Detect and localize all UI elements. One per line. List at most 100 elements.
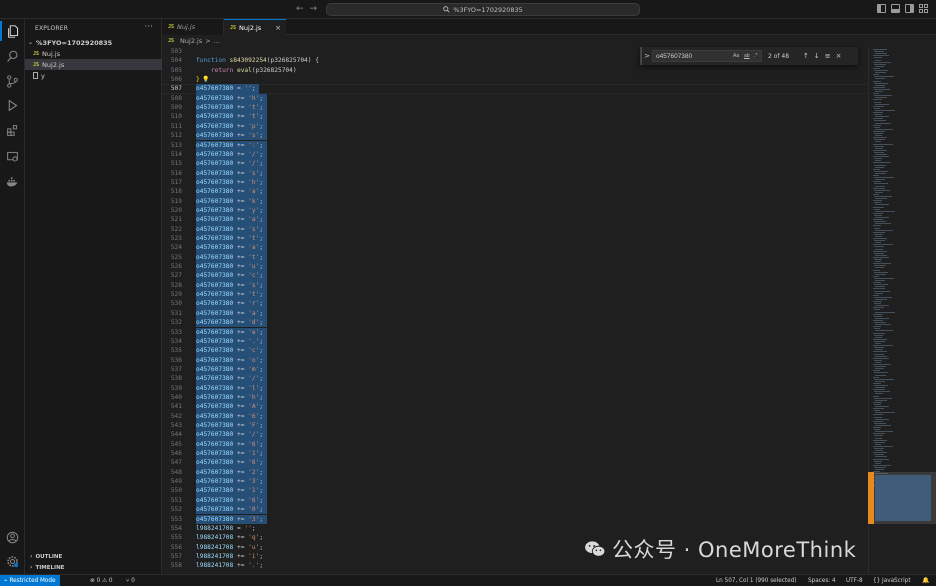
code-line[interactable]: 541 o457607380 += 'A'; (162, 402, 868, 412)
source-control-icon[interactable] (0, 71, 25, 91)
file-item-y[interactable]: y (25, 70, 162, 81)
account-icon[interactable] (0, 527, 25, 547)
toggle-panel-icon[interactable] (891, 4, 900, 13)
code-line[interactable]: 550 o457607380 += '1'; (162, 486, 868, 496)
tab-nuj[interactable]: JS Nuj.js (162, 19, 224, 35)
cursor-position[interactable]: Ln 507, Col 1 (990 selected) (716, 575, 796, 586)
code-line[interactable]: 505 return eval(p326825704) (162, 66, 868, 75)
code-line[interactable]: 536 o457607380 += 'o'; (162, 355, 868, 365)
encoding-setting[interactable]: UTF-8 (846, 575, 863, 586)
search-icon[interactable] (0, 46, 25, 66)
ports-indicator[interactable]: ⑂ 0 (126, 575, 135, 586)
code-line[interactable]: 511 o457607380 += 'p'; (162, 121, 868, 132)
toggle-replace-icon[interactable]: > (642, 52, 652, 60)
code-line[interactable]: 528 o457607380 += 's'; (162, 280, 868, 291)
code-line[interactable]: 545 o457607380 += '6'; (162, 439, 868, 450)
outline-section[interactable]: › OUTLINE (25, 551, 162, 562)
regex-icon[interactable]: .* (754, 53, 757, 59)
close-icon[interactable]: × (836, 52, 842, 60)
code-line[interactable]: 535 o457607380 += 'c'; (162, 346, 868, 356)
line-code: o457607380 += '/'; (196, 375, 264, 383)
customize-layout-icon[interactable] (919, 4, 928, 13)
explorer-icon[interactable] (0, 21, 25, 41)
code-line[interactable]: 546 o457607380 += '1'; (162, 449, 868, 459)
code-line[interactable]: 540 o457607380 += 'h'; (162, 392, 868, 403)
previous-match-icon[interactable]: ↑ (803, 52, 809, 60)
code-line[interactable]: 543 o457607380 += 'F'; (162, 421, 868, 431)
code-line[interactable]: 512 o457607380 += 's'; (162, 131, 868, 141)
minimap-slider[interactable] (868, 472, 936, 524)
breadcrumb-symbol[interactable]: ... (214, 37, 220, 45)
code-line[interactable]: 508 o457607380 += 'h'; (162, 93, 868, 104)
code-line[interactable]: 533 o457607380 += 'e'; (162, 327, 868, 337)
code-line[interactable]: 532 o457607380 += 'd'; (162, 318, 868, 328)
indentation-setting[interactable]: Spaces: 4 (808, 575, 836, 586)
code-line[interactable]: 523 o457607380 += 't'; (162, 234, 868, 244)
code-line[interactable]: 537 o457607380 += 'm'; (162, 364, 868, 375)
code-line[interactable]: 519 o457607380 += 'k'; (162, 196, 868, 206)
code-line[interactable]: 552 o457607380 += '0'; (162, 505, 868, 515)
code-line[interactable]: 530 o457607380 += 'r'; (162, 299, 868, 309)
code-line[interactable]: 547 o457607380 += '6'; (162, 458, 868, 468)
tab-nuj2[interactable]: JS Nuj2.js × (224, 19, 286, 35)
code-line[interactable]: 517 o457607380 += 'h'; (162, 177, 868, 188)
code-line[interactable]: 510 o457607380 += 't'; (162, 112, 868, 122)
folder-root[interactable]: ⌄ %3FYO=1702920835 (25, 37, 162, 48)
code-line[interactable]: 538 o457607380 += '/'; (162, 374, 868, 384)
file-item-nuj[interactable]: JS Nuj.js (25, 48, 162, 59)
code-line[interactable]: 506} 💡 (162, 75, 868, 84)
code-line[interactable]: 527 o457607380 += 'c'; (162, 271, 868, 281)
find-in-selection-icon[interactable]: ≡ (825, 52, 831, 60)
notifications-bell-icon[interactable]: 🔔 (922, 575, 929, 586)
code-line[interactable]: 513 o457607380 += ':'; (162, 140, 868, 150)
code-line[interactable]: 542 o457607380 += '6'; (162, 411, 868, 421)
lightbulb-icon[interactable]: 💡 (202, 75, 209, 84)
code-line[interactable]: 520 o457607380 += 'y'; (162, 205, 868, 216)
code-line[interactable]: 534 o457607380 += '.'; (162, 336, 868, 347)
scrollbar-thumb[interactable] (868, 472, 874, 524)
code-line[interactable]: 521 o457607380 += 'a'; (162, 215, 868, 225)
code-line[interactable]: 539 o457607380 += 'l'; (162, 383, 868, 393)
toggle-secondary-sidebar-icon[interactable] (905, 4, 914, 13)
code-line[interactable]: 554 l988241708 = ''; (162, 524, 868, 533)
code-line[interactable]: 515 o457607380 += '/'; (162, 159, 868, 169)
manage-gear-icon[interactable] (0, 551, 25, 571)
run-debug-icon[interactable] (0, 95, 25, 115)
code-line[interactable]: 522 o457607380 += 's'; (162, 224, 868, 234)
code-line[interactable]: 524 o457607380 += 'a'; (162, 243, 868, 253)
problems-indicator[interactable]: ⊗ 0 ⚠ 0 (90, 575, 113, 586)
code-editor[interactable]: 503 504 function s843092254(p326825704) {5… (162, 47, 868, 574)
docker-icon[interactable] (0, 171, 25, 191)
code-line[interactable]: 531 o457607380 += 'a'; (162, 308, 868, 319)
code-line[interactable]: 518 o457607380 += 'a'; (162, 187, 868, 197)
forward-icon[interactable]: → (310, 4, 318, 14)
remote-explorer-icon[interactable] (0, 146, 25, 166)
code-line[interactable]: 544 o457607380 += '/'; (162, 430, 868, 440)
whole-word-icon[interactable]: ab (744, 53, 750, 59)
extensions-icon[interactable] (0, 120, 25, 140)
more-actions-button[interactable]: ··· (144, 22, 153, 32)
code-line[interactable]: 529 o457607380 += 't'; (162, 290, 868, 300)
code-line[interactable]: 507 o457607380 = ''; (162, 84, 868, 94)
code-line[interactable]: 551 o457607380 += '6'; (162, 495, 868, 506)
back-icon[interactable]: ← (296, 4, 304, 14)
breadcrumb-file[interactable]: Nuj2.js (180, 37, 202, 45)
restricted-mode-indicator[interactable]: ⌁ Restricted Mode (0, 575, 60, 586)
match-case-icon[interactable]: Aa (733, 53, 739, 59)
code-line[interactable]: 548 o457607380 += '2'; (162, 467, 868, 478)
language-mode[interactable]: {} JavaScript (873, 575, 911, 586)
code-line[interactable]: 553 o457607380 += '3'; (162, 514, 868, 524)
find-input[interactable]: o457607380 Aa ab .* (652, 50, 762, 62)
timeline-section[interactable]: › TIMELINE (25, 562, 162, 573)
toggle-sidebar-icon[interactable] (877, 4, 886, 13)
next-match-icon[interactable]: ↓ (814, 52, 820, 60)
code-line[interactable]: 509 o457607380 += 't'; (162, 103, 868, 113)
command-center[interactable]: %3FYO=1702920835 (326, 3, 640, 16)
code-line[interactable]: 549 o457607380 += '3'; (162, 477, 868, 487)
code-line[interactable]: 514 o457607380 += '/'; (162, 149, 868, 160)
code-line[interactable]: 516 o457607380 += 's'; (162, 168, 868, 178)
code-line[interactable]: 525 o457607380 += 't'; (162, 252, 868, 263)
close-icon[interactable]: × (275, 24, 281, 32)
file-item-nuj2[interactable]: JS Nuj2.js (25, 59, 162, 70)
code-line[interactable]: 526 o457607380 += 'u'; (162, 262, 868, 272)
